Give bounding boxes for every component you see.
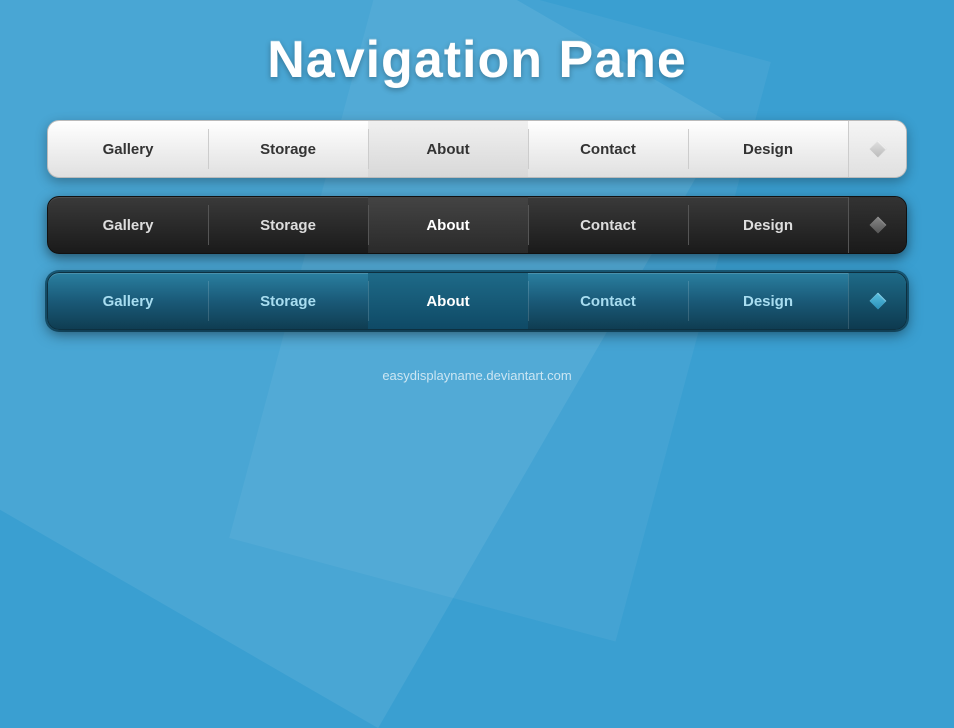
nav-white-design[interactable]: Design bbox=[688, 121, 848, 177]
nav-dark-about[interactable]: About bbox=[368, 197, 528, 253]
nav-dark-design[interactable]: Design bbox=[688, 197, 848, 253]
nav-teal-about[interactable]: About bbox=[368, 273, 528, 329]
nav-teal-storage[interactable]: Storage bbox=[208, 273, 368, 329]
nav-teal-gallery[interactable]: Gallery bbox=[48, 273, 208, 329]
nav-white-storage[interactable]: Storage bbox=[208, 121, 368, 177]
nav-white-gallery[interactable]: Gallery bbox=[48, 121, 208, 177]
page-title: Navigation Pane bbox=[267, 30, 687, 90]
footer-text: easydisplayname.deviantart.com bbox=[382, 368, 571, 383]
dropdown-diamond-icon bbox=[869, 293, 886, 310]
page-wrapper: Navigation Pane Gallery Storage About Co… bbox=[0, 0, 954, 568]
nav-dark-gallery[interactable]: Gallery bbox=[48, 197, 208, 253]
nav-bar-white: Gallery Storage About Contact Design bbox=[47, 120, 907, 178]
dropdown-diamond-icon bbox=[869, 217, 886, 234]
nav-white-contact[interactable]: Contact bbox=[528, 121, 688, 177]
nav-dark-dropdown[interactable] bbox=[848, 197, 906, 253]
nav-dark-contact[interactable]: Contact bbox=[528, 197, 688, 253]
nav-white-about[interactable]: About bbox=[368, 121, 528, 177]
nav-bar-dark: Gallery Storage About Contact Design bbox=[47, 196, 907, 254]
nav-teal-dropdown[interactable] bbox=[848, 273, 906, 329]
nav-bar-teal: Gallery Storage About Contact Design bbox=[47, 272, 907, 330]
nav-dark-storage[interactable]: Storage bbox=[208, 197, 368, 253]
nav-teal-contact[interactable]: Contact bbox=[528, 273, 688, 329]
dropdown-diamond-icon bbox=[869, 141, 886, 158]
nav-teal-design[interactable]: Design bbox=[688, 273, 848, 329]
nav-white-dropdown[interactable] bbox=[848, 121, 906, 177]
